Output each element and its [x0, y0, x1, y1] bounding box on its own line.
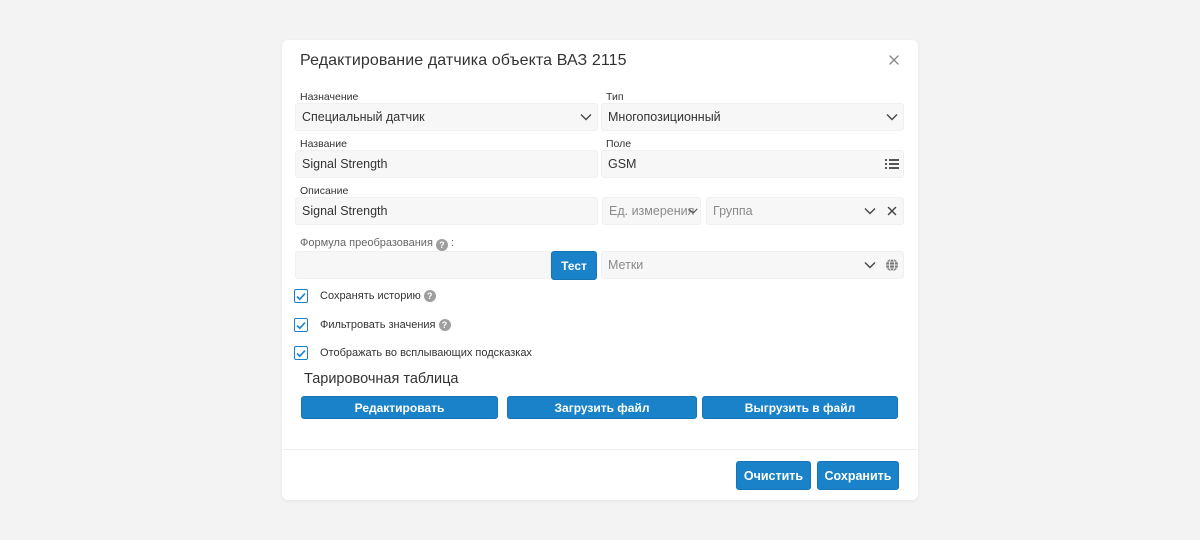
help-icon[interactable]: ?: [423, 290, 436, 302]
description-value: Signal Strength: [302, 204, 388, 218]
chevron-down-icon: [859, 252, 881, 278]
field-value: GSM: [608, 157, 637, 171]
checkbox-row-save-history: Сохранять историю?: [294, 289, 436, 303]
upload-file-button[interactable]: Загрузить файл: [507, 396, 697, 419]
type-select[interactable]: Многопозиционный: [601, 103, 904, 131]
footer-divider: [282, 449, 918, 450]
help-icon[interactable]: ?: [438, 319, 451, 331]
type-value: Многопозиционный: [608, 110, 721, 124]
purpose-select[interactable]: Специальный датчик: [295, 103, 598, 131]
download-file-button[interactable]: Выгрузить в файл: [702, 396, 898, 419]
unit-placeholder: Ед. измерения: [609, 204, 694, 218]
description-label: Описание: [300, 185, 349, 197]
save-history-label: Сохранять историю: [320, 290, 421, 302]
close-icon[interactable]: [886, 52, 902, 68]
edit-calibration-button[interactable]: Редактировать: [301, 396, 498, 419]
show-in-tooltips-checkbox[interactable]: [294, 346, 308, 360]
test-button[interactable]: Тест: [551, 251, 597, 280]
purpose-label: Назначение: [300, 91, 359, 103]
globe-icon[interactable]: [881, 252, 903, 278]
save-history-checkbox[interactable]: [294, 289, 308, 303]
list-icon[interactable]: [881, 151, 903, 177]
field-input[interactable]: GSM: [601, 150, 904, 178]
chevron-down-icon: [575, 104, 597, 130]
tags-placeholder: Метки: [608, 258, 644, 272]
help-icon[interactable]: ?: [435, 239, 448, 251]
chevron-down-icon: [859, 198, 881, 224]
formula-input[interactable]: [295, 251, 551, 279]
clear-button[interactable]: Очистить: [736, 461, 811, 490]
chevron-down-icon: [686, 198, 700, 224]
group-placeholder: Группа: [713, 204, 753, 218]
dialog-title: Редактирование датчика объекта ВАЗ 2115: [300, 52, 627, 69]
filter-values-checkbox[interactable]: [294, 318, 308, 332]
name-value: Signal Strength: [302, 157, 388, 171]
save-button[interactable]: Сохранить: [817, 461, 899, 490]
field-label: Поле: [606, 138, 632, 150]
filter-values-label: Фильтровать значения: [320, 319, 436, 331]
name-label: Название: [300, 138, 347, 150]
checkbox-row-show-tooltips: Отображать во всплывающих подсказках: [294, 346, 532, 360]
formula-label-text: Формула преобразования: [300, 237, 433, 249]
description-input[interactable]: Signal Strength: [295, 197, 598, 225]
name-input[interactable]: Signal Strength: [295, 150, 598, 178]
chevron-down-icon: [881, 104, 903, 130]
group-select[interactable]: Группа: [706, 197, 904, 225]
formula-label: Формула преобразования? :: [300, 237, 454, 251]
sensor-edit-dialog: Редактирование датчика объекта ВАЗ 2115 …: [282, 40, 918, 500]
clear-x-icon[interactable]: [881, 198, 903, 224]
formula-label-suffix: :: [450, 237, 455, 249]
purpose-value: Специальный датчик: [302, 110, 425, 124]
unit-select[interactable]: Ед. измерения: [602, 197, 701, 225]
show-in-tooltips-label: Отображать во всплывающих подсказках: [320, 347, 532, 359]
checkbox-row-filter-values: Фильтровать значения?: [294, 318, 451, 332]
calibration-table-title: Тарировочная таблица: [304, 371, 459, 387]
type-label: Тип: [606, 91, 624, 103]
tags-select[interactable]: Метки: [601, 251, 904, 279]
